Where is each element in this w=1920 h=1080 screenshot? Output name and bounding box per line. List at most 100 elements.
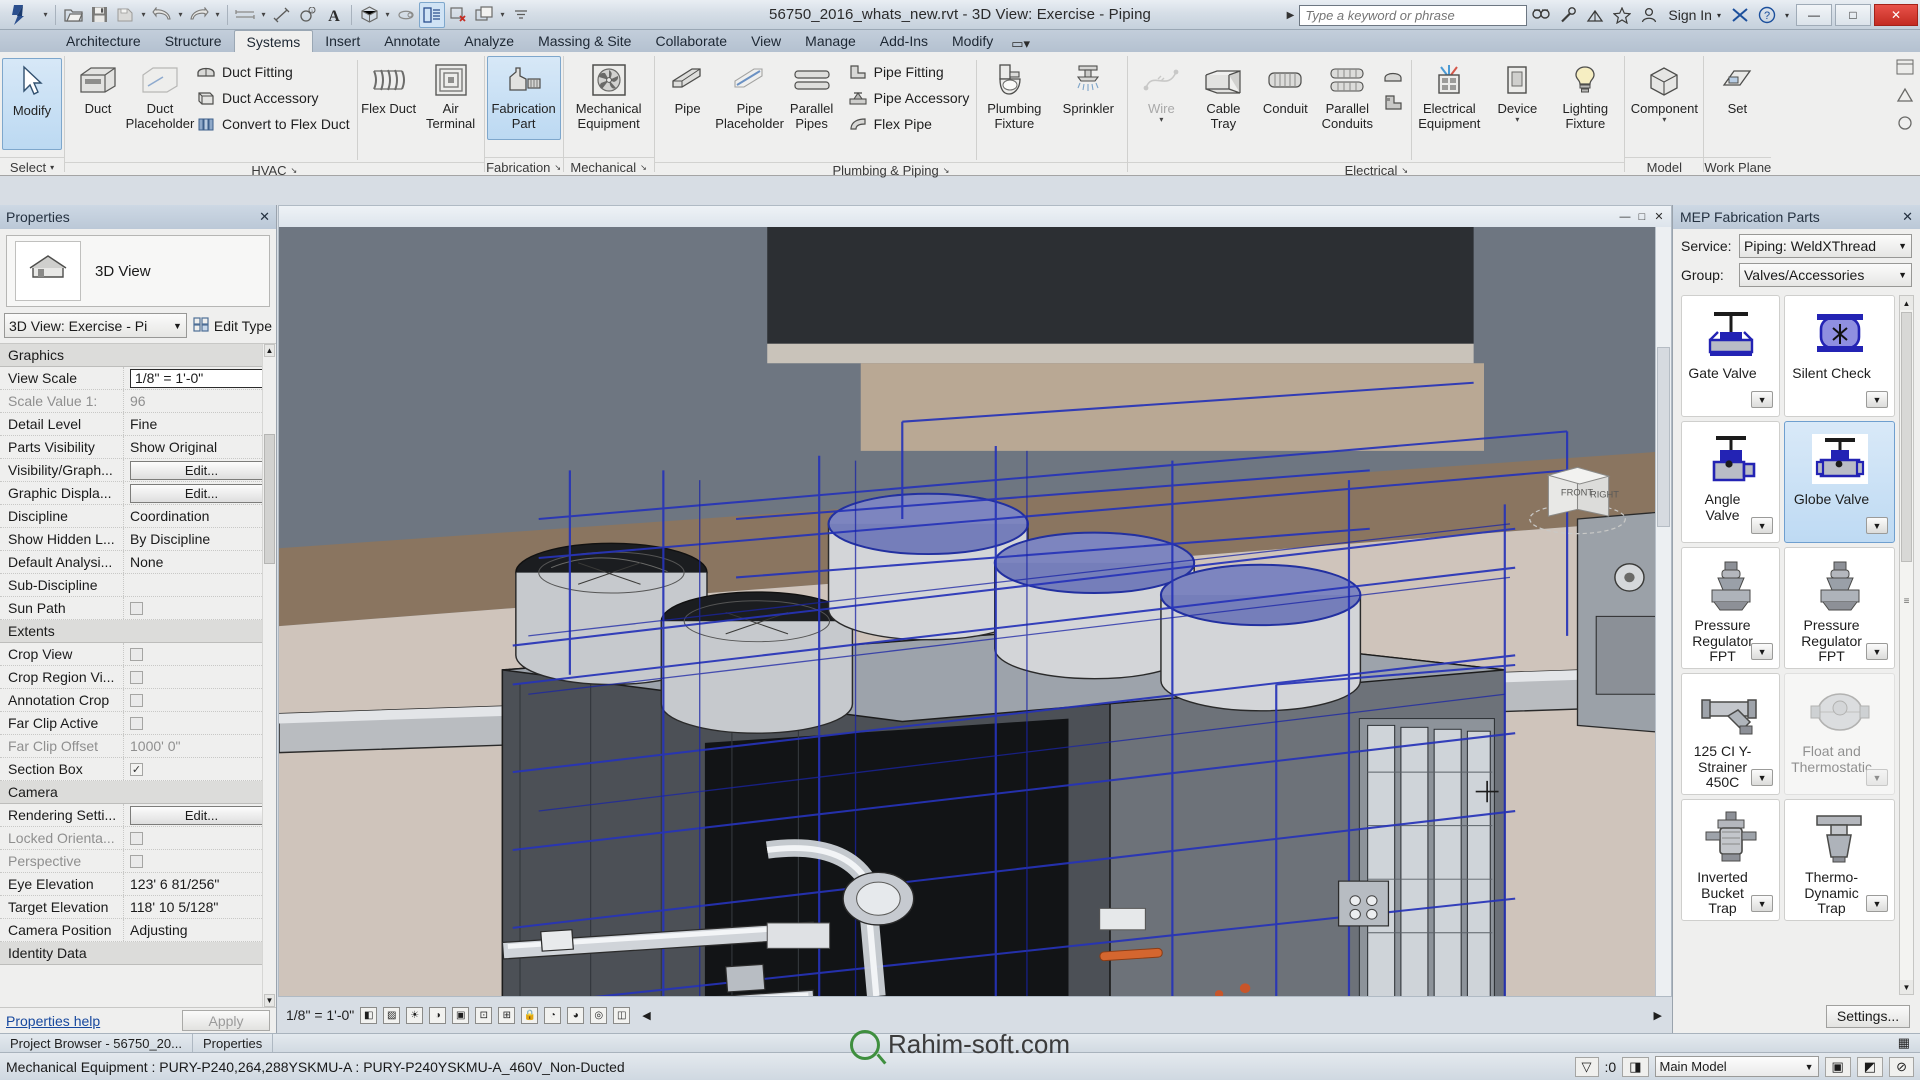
row-value-cell[interactable] xyxy=(124,666,276,688)
properties-help-link[interactable]: Properties help xyxy=(6,1013,100,1029)
tab-architecture[interactable]: Architecture xyxy=(54,30,153,52)
save-as-icon[interactable] xyxy=(112,2,138,28)
measure-caret-icon[interactable]: ▾ xyxy=(258,2,269,28)
part-caret-icon[interactable]: ▼ xyxy=(1751,895,1774,912)
lock-3d-view-icon[interactable]: 🔒 xyxy=(521,1006,539,1024)
measure-icon[interactable] xyxy=(232,2,258,28)
section-icon[interactable] xyxy=(393,2,419,28)
properties-scroll-up-icon[interactable]: ▲ xyxy=(264,344,275,357)
help-icon[interactable]: ? xyxy=(1754,2,1781,28)
row-value-cell[interactable] xyxy=(124,712,276,734)
group-dropdown[interactable]: Valves/Accessories ▼ xyxy=(1739,263,1912,287)
crop-region-visible-checkbox[interactable] xyxy=(130,670,143,684)
view-grid-icon[interactable]: ▦ xyxy=(1888,1034,1920,1053)
row-value-cell[interactable]: Edit... xyxy=(124,804,276,826)
view-scroll-thumb[interactable] xyxy=(1657,347,1670,527)
edit-type-button[interactable]: Edit Type xyxy=(193,316,272,335)
mep-scroll-thumb[interactable] xyxy=(1901,312,1912,562)
part-tile-gate-valve[interactable]: Gate Valve ▼ xyxy=(1681,295,1781,417)
reveal-hidden-elements-icon[interactable]: ◕ xyxy=(567,1006,585,1024)
project-browser-tab[interactable]: Project Browser - 56750_20... xyxy=(0,1033,193,1053)
modify-button[interactable]: Modify xyxy=(2,58,62,150)
plumbing-panel-caret-icon[interactable]: ↘ xyxy=(943,166,950,175)
3d-view-canvas[interactable]: FRONT RIGHT xyxy=(278,227,1672,997)
worksets-icon[interactable]: ▣ xyxy=(1824,1056,1851,1077)
3d-view-icon[interactable] xyxy=(356,2,382,28)
visual-style-icon[interactable]: ▨ xyxy=(383,1006,401,1024)
part-caret-icon[interactable]: ▼ xyxy=(1866,769,1888,786)
set-workplane-button[interactable]: Set xyxy=(1706,56,1768,140)
tab-modify[interactable]: Modify xyxy=(940,30,1005,52)
tab-massing-site[interactable]: Massing & Site xyxy=(526,30,643,52)
properties-scroll-thumb[interactable] xyxy=(264,434,275,564)
duct-button[interactable]: Duct xyxy=(67,56,129,140)
redo-icon[interactable] xyxy=(186,2,212,28)
tab-view[interactable]: View xyxy=(739,30,793,52)
property-row-detail-level[interactable]: Detail Level Fine xyxy=(0,413,276,436)
temporary-hide-isolate-icon[interactable]: ◔ xyxy=(544,1006,562,1024)
part-tile-pressure-regulator-2[interactable]: Pressure Regulator FPT ▼ xyxy=(1784,547,1895,669)
shadows-toggle-icon[interactable]: ◑ xyxy=(429,1006,447,1024)
wire-caret-icon[interactable]: ▾ xyxy=(1159,115,1163,123)
device-caret-icon[interactable]: ▾ xyxy=(1515,115,1519,123)
model-selector-caret-icon[interactable]: ▼ xyxy=(1805,1062,1814,1072)
rendering-settings-edit-button[interactable]: Edit... xyxy=(130,805,273,825)
view-maximize-button[interactable]: □ xyxy=(1634,209,1650,225)
duct-fitting-button[interactable]: Duct Fitting xyxy=(191,59,357,85)
ribbon-options-icon[interactable]: ▭▾ xyxy=(1011,36,1030,52)
property-row-crop-region-visible[interactable]: Crop Region Vi... xyxy=(0,666,276,689)
minimize-button[interactable]: — xyxy=(1796,4,1832,26)
visibility-graphics-edit-button[interactable]: Edit... xyxy=(130,460,273,480)
property-row-view-scale[interactable]: View Scale 1/8" = 1'-0" xyxy=(0,367,276,390)
row-value[interactable]: Show Original xyxy=(124,436,276,458)
hvac-panel-caret-icon[interactable]: ↘ xyxy=(291,166,298,175)
tab-manage[interactable]: Manage xyxy=(793,30,868,52)
pipe-accessory-button[interactable]: Pipe Accessory xyxy=(843,85,977,111)
row-value-cell[interactable]: Edit... xyxy=(124,459,276,481)
row-value[interactable]: None xyxy=(124,551,276,573)
subscription-dish-icon[interactable] xyxy=(1581,2,1608,28)
view-type-caret-icon[interactable]: ▼ xyxy=(169,321,182,331)
property-row-eye-elevation[interactable]: Eye Elevation 123' 6 81/256" xyxy=(0,873,276,896)
filter-icon[interactable]: ▽ xyxy=(1574,1056,1599,1077)
search-field[interactable] xyxy=(1305,7,1522,23)
part-tile-globe-valve[interactable]: Globe Valve ▼ xyxy=(1784,421,1895,543)
undo-caret-icon[interactable]: ▾ xyxy=(175,2,186,28)
selection-toggle-icon[interactable]: ◨ xyxy=(1622,1056,1649,1077)
cable-tray-fitting-button[interactable] xyxy=(1378,64,1411,90)
part-tile-thermodynamic-trap[interactable]: Thermo-Dynamic Trap ▼ xyxy=(1784,799,1895,921)
analytical-model-icon[interactable]: ◫ xyxy=(613,1006,631,1024)
property-row-graphic-display[interactable]: Graphic Displa... Edit... xyxy=(0,482,276,505)
mep-close-icon[interactable]: ✕ xyxy=(1902,209,1913,225)
rendering-dialog-icon[interactable]: ▣ xyxy=(452,1006,470,1024)
mechanical-panel-caret-icon[interactable]: ↘ xyxy=(640,163,647,172)
duct-accessory-button[interactable]: Duct Accessory xyxy=(191,85,357,111)
tab-systems[interactable]: Systems xyxy=(233,30,314,52)
part-caret-icon[interactable]: ▼ xyxy=(1751,517,1774,534)
flex-pipe-button[interactable]: Flex Pipe xyxy=(843,111,977,137)
exclude-options-icon[interactable]: ⊘ xyxy=(1889,1056,1914,1077)
search-input[interactable] xyxy=(1299,4,1528,26)
part-caret-icon[interactable]: ▼ xyxy=(1751,769,1774,786)
view-type-selector[interactable]: 3D View: Exercise - Pi ▼ xyxy=(4,313,187,338)
property-row-visibility-graphics[interactable]: Visibility/Graph... Edit... xyxy=(0,459,276,482)
property-row-crop-view[interactable]: Crop View xyxy=(0,643,276,666)
sign-in-caret-icon[interactable]: ▾ xyxy=(1717,11,1721,20)
pipe-fitting-button[interactable]: Pipe Fitting xyxy=(843,59,977,85)
annotation-crop-checkbox[interactable] xyxy=(130,693,143,707)
search-icon[interactable] xyxy=(1527,2,1554,28)
undo-icon[interactable] xyxy=(149,2,175,28)
row-value[interactable]: Adjusting xyxy=(124,919,276,941)
sun-path-toggle-icon[interactable]: ☀ xyxy=(406,1006,424,1024)
ribbon-extra-icon-2[interactable] xyxy=(1895,86,1915,108)
graphic-display-edit-button[interactable]: Edit... xyxy=(130,483,273,503)
view-close-button[interactable]: ✕ xyxy=(1651,209,1667,225)
mep-scrollbar[interactable]: ▲ ≡ ▼ xyxy=(1899,295,1914,995)
property-row-show-hidden-lines[interactable]: Show Hidden L... By Discipline xyxy=(0,528,276,551)
property-row-sub-discipline[interactable]: Sub-Discipline xyxy=(0,574,276,597)
view-scale-input[interactable]: 1/8" = 1'-0" xyxy=(130,368,273,388)
row-value[interactable]: Coordination xyxy=(124,505,276,527)
infocenter-caret-icon[interactable]: ▶ xyxy=(1282,10,1300,21)
cable-tray-button[interactable]: Cable Tray xyxy=(1192,56,1254,140)
model-selector[interactable]: Main Model ▼ xyxy=(1654,1056,1819,1077)
